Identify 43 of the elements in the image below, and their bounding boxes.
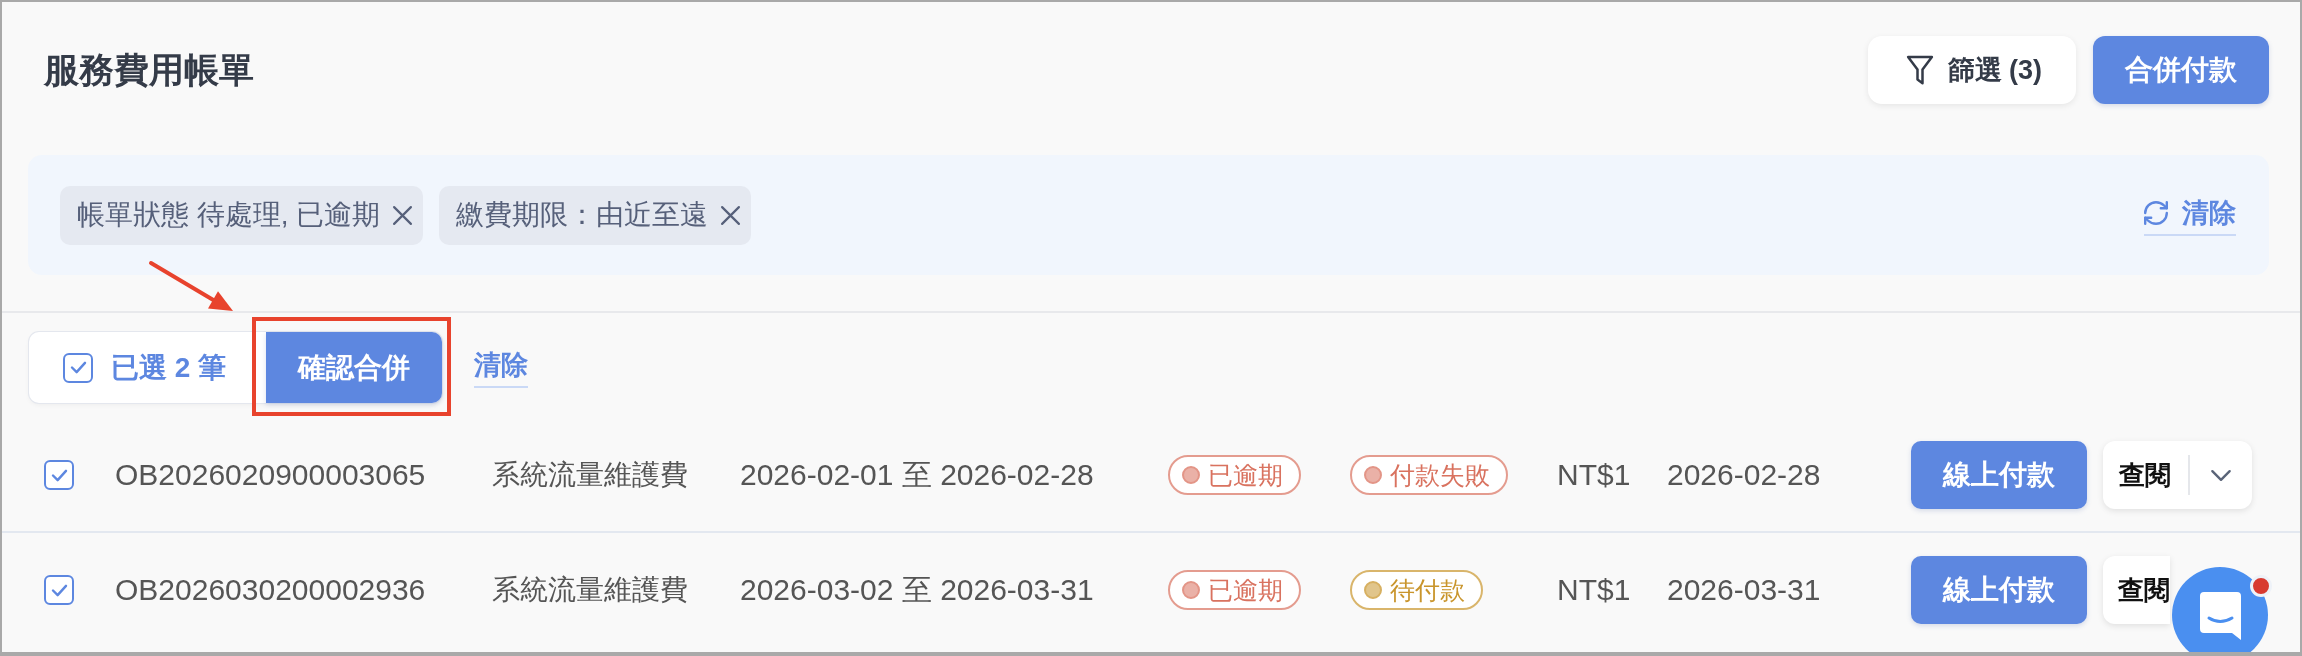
status-dot-icon [1182,466,1200,484]
amount-text: NT$1 [1557,573,1632,607]
view-button[interactable]: 查閱 [2103,572,2170,608]
refresh-icon [2144,200,2168,225]
chevron-down-icon [2210,468,2232,482]
amount-text: NT$1 [1557,458,1632,492]
selected-count: 已選 2 筆 [111,350,227,385]
bill-number: OB2026030200002936 [115,573,427,607]
due-date: 2026-02-28 [1667,458,1822,492]
status-label: 付款失敗 [1390,462,1490,488]
select-all-checkbox[interactable] [63,352,93,383]
filter-chip[interactable]: 帳單狀態 待處理, 已逾期 [60,185,424,245]
due-date: 2026-03-31 [1667,573,1822,607]
close-icon [720,204,742,226]
online-payment-button[interactable]: 線上付款 [1911,556,2087,624]
confirm-merge-button[interactable]: 確認合併 [266,332,443,403]
filter-icon [1905,55,1934,85]
clear-selection-link[interactable]: 清除 [474,347,529,388]
status-dot-icon [1182,581,1200,599]
item-name: 系統流量維護費 [492,458,689,492]
row-checkbox[interactable] [44,575,74,605]
clear-filters-link[interactable]: 清除 [2144,194,2236,236]
status-label: 已逾期 [1208,462,1283,488]
check-icon [50,583,68,597]
merge-payment-button[interactable]: 合併付款 [2093,36,2269,104]
chat-icon [2172,567,2268,652]
status-label: 待付款 [1390,577,1465,603]
status-dot-icon [1364,581,1382,599]
filter-chip[interactable]: 繳費期限：由近至遠 [439,185,752,245]
online-payment-button[interactable]: 線上付款 [1911,441,2087,509]
billing-period: 2026-02-01 至 2026-02-28 [740,456,1095,493]
filter-button[interactable]: 篩選 (3) [1867,36,2076,104]
view-button[interactable]: 查閱 [2103,457,2188,493]
item-name: 系統流量維護費 [492,573,689,607]
billing-period: 2026-03-02 至 2026-03-31 [740,571,1095,608]
status-label: 已逾期 [1208,577,1283,603]
close-icon [392,204,414,226]
bill-number: OB2026020900003065 [115,458,427,492]
status-dot-icon [1364,466,1382,484]
row-checkbox[interactable] [44,460,74,490]
check-icon [69,361,87,374]
page-title: 服務費用帳單 [44,49,254,91]
check-icon [50,468,68,482]
